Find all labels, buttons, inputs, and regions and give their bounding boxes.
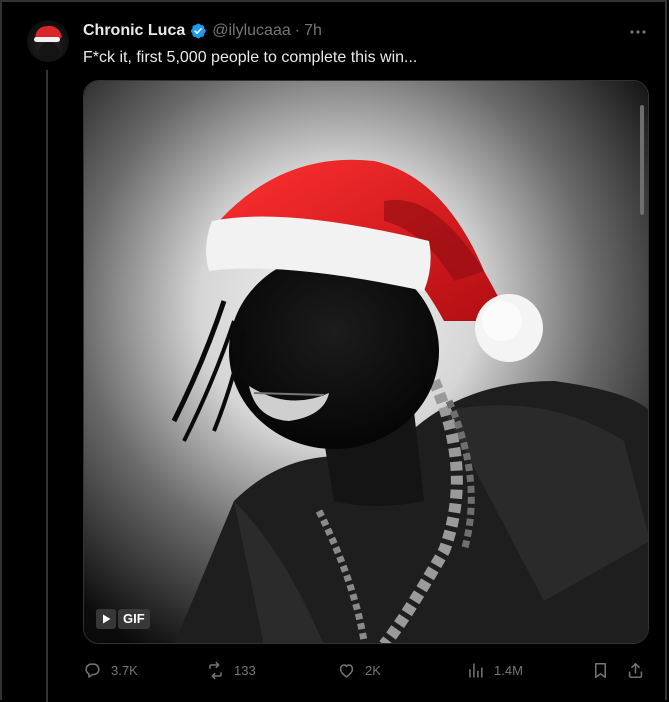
separator-dot: · <box>294 22 301 39</box>
avatar[interactable] <box>27 20 69 62</box>
thread-line <box>46 70 48 702</box>
media-scrollbar[interactable] <box>640 105 644 215</box>
share-icon <box>628 662 643 678</box>
like-button[interactable]: 2K <box>337 656 381 684</box>
post-header: Chronic Luca @ilylucaaa · 7h <box>83 21 322 41</box>
reply-button[interactable]: 3.7K <box>83 656 138 684</box>
views-count: 1.4M <box>494 662 523 678</box>
post-time[interactable]: 7h <box>304 21 322 41</box>
gif-image <box>84 81 648 643</box>
heart-icon <box>339 663 354 678</box>
repost-count: 133 <box>234 662 256 678</box>
post-actions: 3.7K 133 2K 1.4M <box>83 656 649 684</box>
more-horizontal-icon[interactable] <box>628 24 648 40</box>
gif-label: GIF <box>118 609 150 629</box>
author-name[interactable]: Chronic Luca <box>83 21 185 41</box>
author-handle[interactable]: @ilylucaaa <box>212 21 291 41</box>
bookmark-icon <box>594 662 607 678</box>
repost-icon <box>209 661 222 679</box>
bookmark-button[interactable] <box>591 656 610 684</box>
views-button[interactable]: 1.4M <box>466 656 523 684</box>
share-button[interactable] <box>626 656 645 684</box>
gif-badge[interactable]: GIF <box>96 609 150 629</box>
play-icon[interactable] <box>96 609 116 629</box>
reply-count: 3.7K <box>111 662 138 678</box>
analytics-icon <box>469 662 483 678</box>
reply-icon <box>85 662 100 678</box>
like-count: 2K <box>365 662 381 678</box>
repost-button[interactable]: 133 <box>206 656 256 684</box>
post-text: F*ck it, first 5,000 people to complete … <box>83 49 418 66</box>
verified-badge-icon <box>191 23 206 39</box>
post-media-gif[interactable]: GIF <box>83 80 649 644</box>
